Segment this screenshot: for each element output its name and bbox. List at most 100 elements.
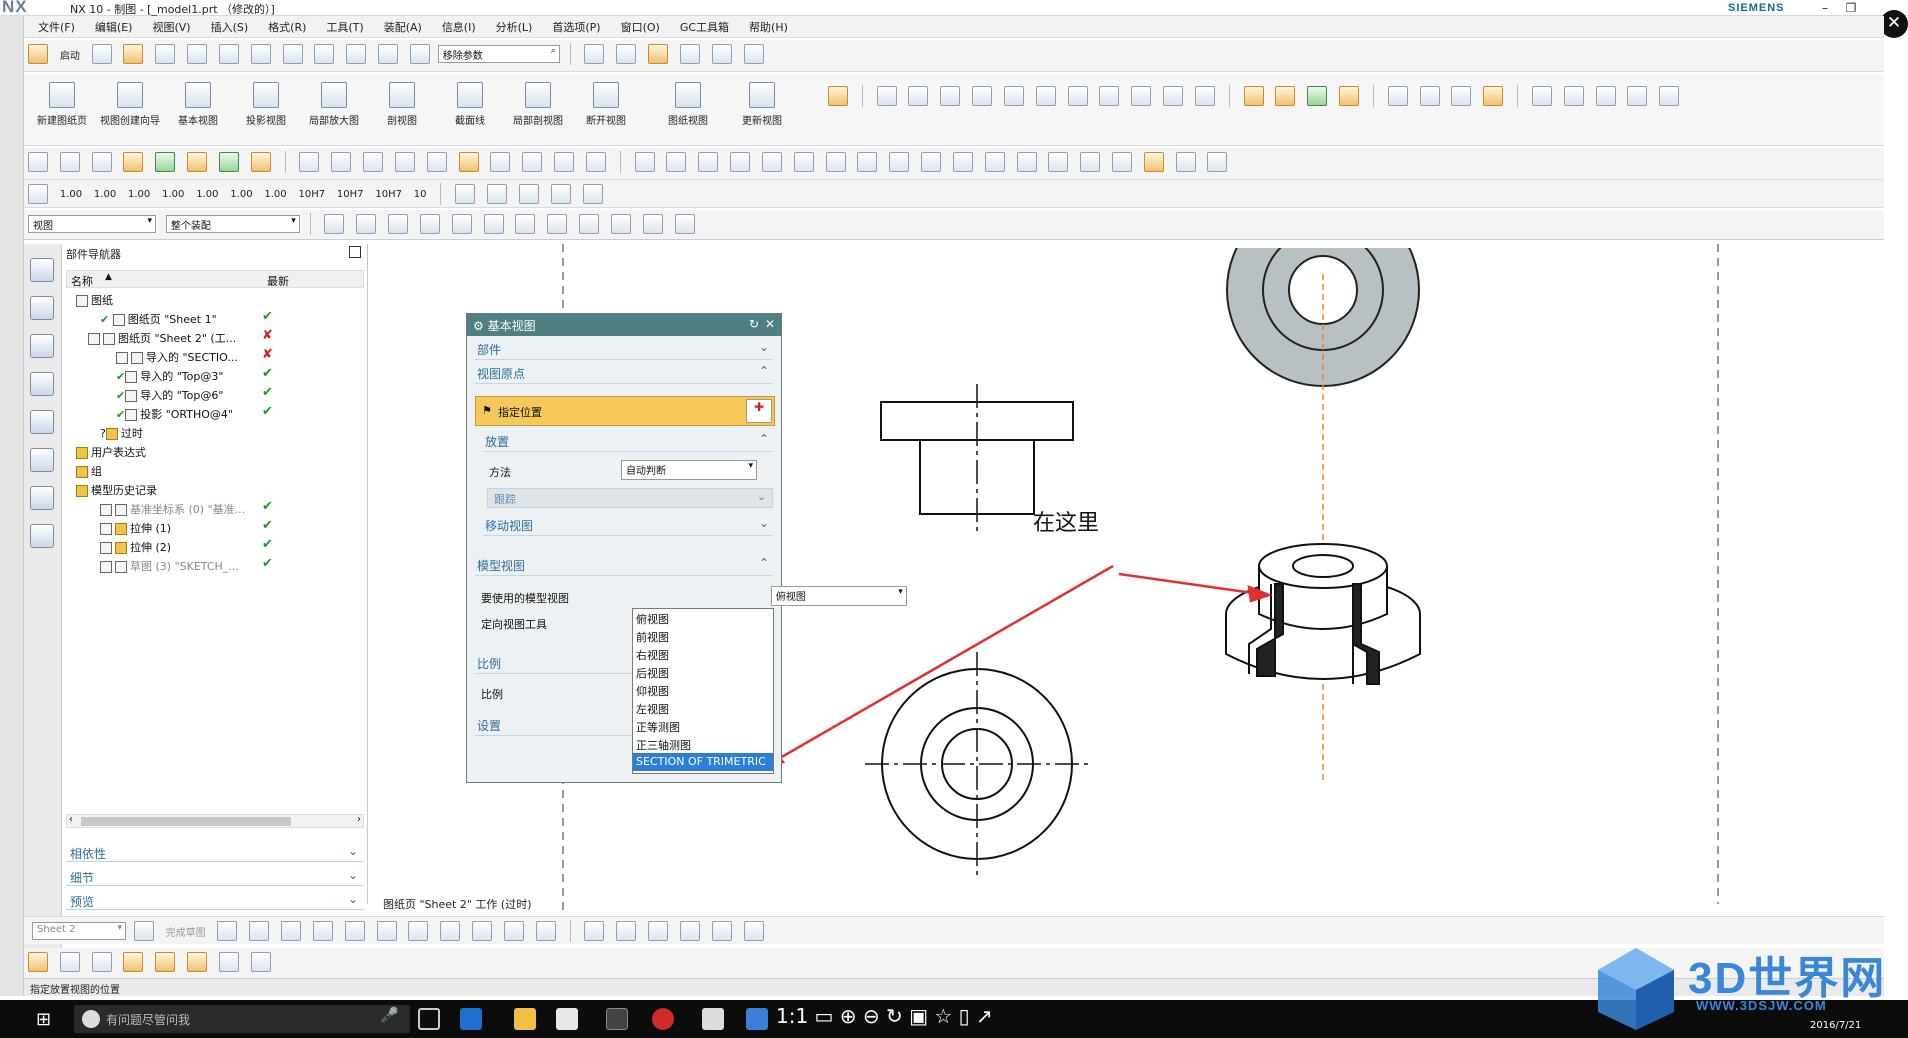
settings-icon[interactable] [250,152,271,172]
constraint-icon[interactable] [679,921,700,941]
fit-1[interactable]: 10H7 [298,189,325,200]
orient-view-tool-label[interactable]: 定向视图工具 [481,616,547,632]
tol-6[interactable]: 1.00 [230,189,252,200]
base-view-button[interactable]: 基本视图 [166,78,230,142]
part-list-icon[interactable] [616,44,637,64]
plan-view[interactable] [865,652,1091,876]
menu-info[interactable]: 信息(I) [434,17,484,37]
deselect-icon[interactable] [356,214,377,234]
snap-curve-icon[interactable] [674,214,695,234]
region-icon[interactable] [666,152,687,172]
option-bottom[interactable]: 仰视图 [633,681,773,699]
dimension-tool-icon[interactable] [711,921,732,941]
mate-icon[interactable] [187,952,208,972]
origin-tool-icon[interactable] [828,86,848,106]
table-icon[interactable] [1307,86,1328,106]
return-icon[interactable] [582,184,603,204]
model-icon[interactable] [218,152,239,172]
dialog-close-icon[interactable]: ✕ [765,317,775,331]
explode-icon[interactable] [218,952,239,972]
sheet-select[interactable]: Sheet 2 ▾ [32,922,126,940]
update-view-button[interactable]: 更新视图 [730,78,794,142]
tol-1[interactable]: 1.00 [60,189,82,200]
tree-row-extrude2[interactable]: 拉伸 (2) ✔ [62,537,364,556]
windows-start-icon[interactable]: ⊞ [36,1009,51,1030]
fit-2[interactable]: 10H7 [337,189,364,200]
fit-4[interactable]: 10 [414,189,427,200]
back-icon[interactable] [585,152,606,172]
drawing-view-button[interactable]: 图纸视图 [656,78,720,142]
tree-row-groups[interactable]: 组 [62,461,364,480]
wave-icon[interactable] [1207,152,1228,172]
start-icon[interactable] [28,44,48,64]
measure-icon[interactable] [711,44,732,64]
point-dialog-icon[interactable]: ✚ [746,399,772,423]
navigator-horizontal-scrollbar[interactable]: ‹ › [66,814,364,828]
roles-icon[interactable] [30,524,54,548]
track-row[interactable]: 跟踪 ⌄ [487,488,773,508]
menu-format[interactable]: 格式(R) [260,17,314,37]
menu-preferences[interactable]: 首选项(P) [544,17,608,37]
constraint-navigator-icon[interactable] [30,372,54,396]
snap-intersection-icon[interactable] [547,214,568,234]
tol-3[interactable]: 1.00 [128,189,150,200]
tol-2[interactable]: 1.00 [94,189,116,200]
menu-file[interactable]: 文件(F) [30,17,83,37]
constraints-icon[interactable] [155,952,176,972]
column-name[interactable]: 名称 [71,273,93,289]
store-icon[interactable] [556,1008,578,1030]
tree-icon[interactable] [426,152,447,172]
centerline-icon[interactable] [1163,86,1184,106]
start-button[interactable]: 启动 [60,47,80,62]
broken-view-button[interactable]: 断开视图 [574,78,638,142]
grid-icon[interactable] [1659,86,1680,106]
tol-5[interactable]: 1.00 [196,189,218,200]
point-icon[interactable] [503,921,524,941]
tree-row-import-section[interactable]: 导入的 "SECTIO... ✘ [62,347,364,366]
zoom-icon[interactable] [972,86,993,106]
edit-style-icon[interactable] [1419,86,1440,106]
maximize-icon[interactable] [349,246,361,258]
parts-list-icon[interactable] [1339,86,1360,106]
tol-7[interactable]: 1.00 [264,189,286,200]
dim-pen-icon[interactable] [487,184,508,204]
redo-icon[interactable] [346,44,367,64]
save-icon[interactable] [155,44,176,64]
restore-icon[interactable]: ❐ [1838,0,1864,16]
tag-icon[interactable] [1143,152,1164,172]
finish-sketch-label[interactable]: 完成草图 [166,924,206,939]
spline-icon[interactable] [472,921,493,941]
triangle-icon[interactable] [857,152,878,172]
option-back[interactable]: 后视图 [633,663,773,681]
tol-4[interactable]: 1.00 [162,189,184,200]
list-icon[interactable] [1563,86,1584,106]
tree-row-user-expressions[interactable]: 用户表达式 [62,442,364,461]
profile-icon[interactable] [217,921,238,941]
finish-sketch-icon[interactable] [133,921,154,941]
extrude-icon[interactable] [155,152,176,172]
tree-row-extrude1[interactable]: 拉伸 (1) ✔ [62,518,364,537]
corner-icon[interactable] [648,921,669,941]
tree-row-datum-csys[interactable]: 基准坐标系 (0) "基准... ✔ [62,499,364,518]
stack-bar-icon[interactable] [825,152,846,172]
menu-tools[interactable]: 工具(T) [318,17,371,37]
border-icon[interactable] [522,152,543,172]
tolerance-icon[interactable] [698,152,719,172]
menu-analysis[interactable]: 分析(L) [488,17,541,37]
gear-icon[interactable] [1175,152,1196,172]
pie-icon[interactable] [952,152,973,172]
tree-row-projection[interactable]: ✔ 投影 "ORTHO@4" ✔ [62,404,364,423]
tree-row-model-history[interactable]: 模型历史记录 [62,480,364,499]
hatch-grid-icon[interactable] [634,152,655,172]
line-icon[interactable] [249,921,270,941]
square-icon[interactable] [1016,152,1037,172]
dependencies-panel[interactable]: 相依性 ⌄ [66,842,364,862]
new-sheet-button[interactable]: 新建图纸页 [30,78,94,142]
type-filter-select[interactable]: 视图 ▾ [28,215,156,233]
minimize-icon[interactable]: – [1812,0,1838,16]
layer-settings-icon[interactable] [91,952,112,972]
offset-icon[interactable] [535,921,556,941]
arrangement-icon[interactable] [250,952,271,972]
dimension-icon[interactable] [679,44,700,64]
assembly-icon[interactable] [648,44,669,64]
